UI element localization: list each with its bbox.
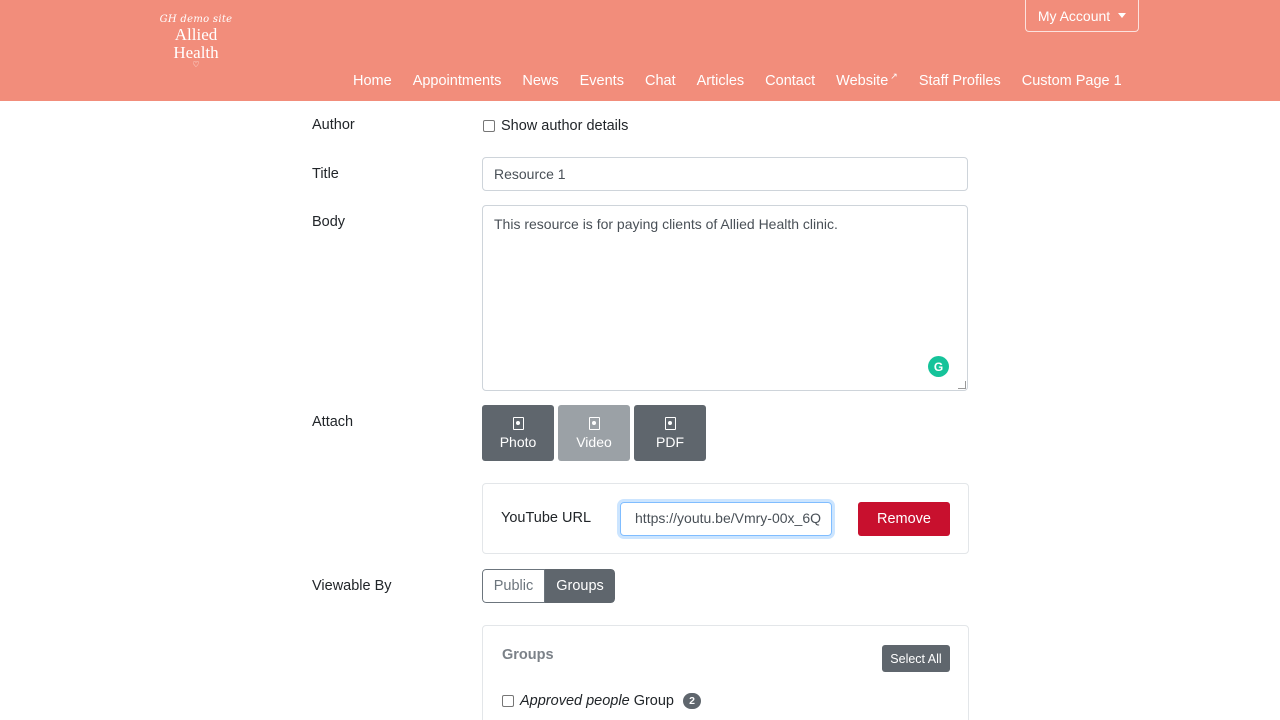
nav-website[interactable]: Website ↗ (836, 71, 898, 89)
youtube-url-card: YouTube URL https://youtu.be/Vmry-00x_6Q… (482, 483, 969, 554)
nav-chat[interactable]: Chat (645, 73, 676, 89)
viewable-public-option[interactable]: Public (482, 569, 545, 603)
group-name-suffix: Group (633, 693, 674, 709)
attach-label: Attach (312, 414, 354, 430)
site-logo[interactable]: GH demo site Allied Health ♡ (158, 14, 234, 76)
group-checkbox[interactable] (502, 695, 514, 707)
attach-photo-button[interactable]: Photo (482, 405, 554, 461)
video-file-icon (588, 416, 600, 430)
select-all-button[interactable]: Select All (882, 645, 950, 672)
attach-pdf-label: PDF (656, 433, 684, 450)
viewable-groups-option[interactable]: Groups (545, 569, 615, 603)
pdf-file-icon (664, 416, 676, 430)
nav-website-label: Website (836, 73, 889, 89)
nav-home[interactable]: Home (353, 73, 392, 89)
group-count-badge: 2 (683, 693, 701, 709)
nav-appointments[interactable]: Appointments (413, 73, 502, 89)
author-label: Author (312, 117, 355, 133)
title-label: Title (312, 166, 339, 182)
logo-brand-line2: Health (173, 43, 219, 62)
group-item[interactable]: Approved people Group 2 (502, 693, 701, 709)
remove-video-button[interactable]: Remove (858, 502, 950, 536)
attach-video-label: Video (576, 433, 612, 450)
external-link-icon: ↗ (890, 71, 898, 81)
caret-down-icon (1118, 13, 1127, 18)
body-text: This resource is for paying clients of A… (494, 216, 838, 232)
image-file-icon (512, 416, 524, 430)
grammarly-icon[interactable]: G (928, 356, 949, 377)
show-author-details-label: Show author details (501, 118, 629, 134)
top-navbar: GH demo site Allied Health ♡ My Account … (0, 0, 1280, 101)
show-author-details-option[interactable]: Show author details (483, 118, 628, 134)
nav-articles[interactable]: Articles (697, 73, 745, 89)
groups-title: Groups (502, 647, 554, 663)
my-account-dropdown[interactable]: My Account (1025, 0, 1139, 32)
heart-icon: ♡ (192, 60, 200, 69)
main-nav: Home Appointments News Events Chat Artic… (353, 71, 1122, 89)
attach-pdf-button[interactable]: PDF (634, 405, 706, 461)
nav-news[interactable]: News (522, 73, 558, 89)
body-textarea[interactable]: This resource is for paying clients of A… (482, 205, 968, 391)
group-name-italic: Approved people (520, 693, 630, 709)
youtube-url-label: YouTube URL (501, 510, 592, 526)
nav-events[interactable]: Events (580, 73, 624, 89)
nav-staff-profiles[interactable]: Staff Profiles (919, 73, 1001, 89)
title-input[interactable]: Resource 1 (482, 157, 968, 191)
groups-card: Groups Select All Approved people Group … (482, 625, 969, 720)
youtube-url-value: https://youtu.be/Vmry-00x_6Q (635, 510, 821, 526)
viewable-by-toggle: Public Groups (482, 569, 615, 603)
viewable-by-label: Viewable By (312, 578, 392, 594)
nav-custom-page-1[interactable]: Custom Page 1 (1022, 73, 1122, 89)
youtube-url-input[interactable]: https://youtu.be/Vmry-00x_6Q (620, 502, 832, 536)
logo-brand-line1: Allied (174, 25, 218, 44)
nav-contact[interactable]: Contact (765, 73, 815, 89)
body-label: Body (312, 214, 346, 230)
logo-tagline: GH demo site (159, 14, 233, 25)
show-author-details-checkbox[interactable] (483, 120, 495, 132)
attach-photo-label: Photo (499, 433, 537, 450)
resize-handle-icon[interactable] (958, 381, 966, 389)
attach-video-button[interactable]: Video (558, 405, 630, 461)
my-account-label: My Account (1037, 7, 1111, 24)
